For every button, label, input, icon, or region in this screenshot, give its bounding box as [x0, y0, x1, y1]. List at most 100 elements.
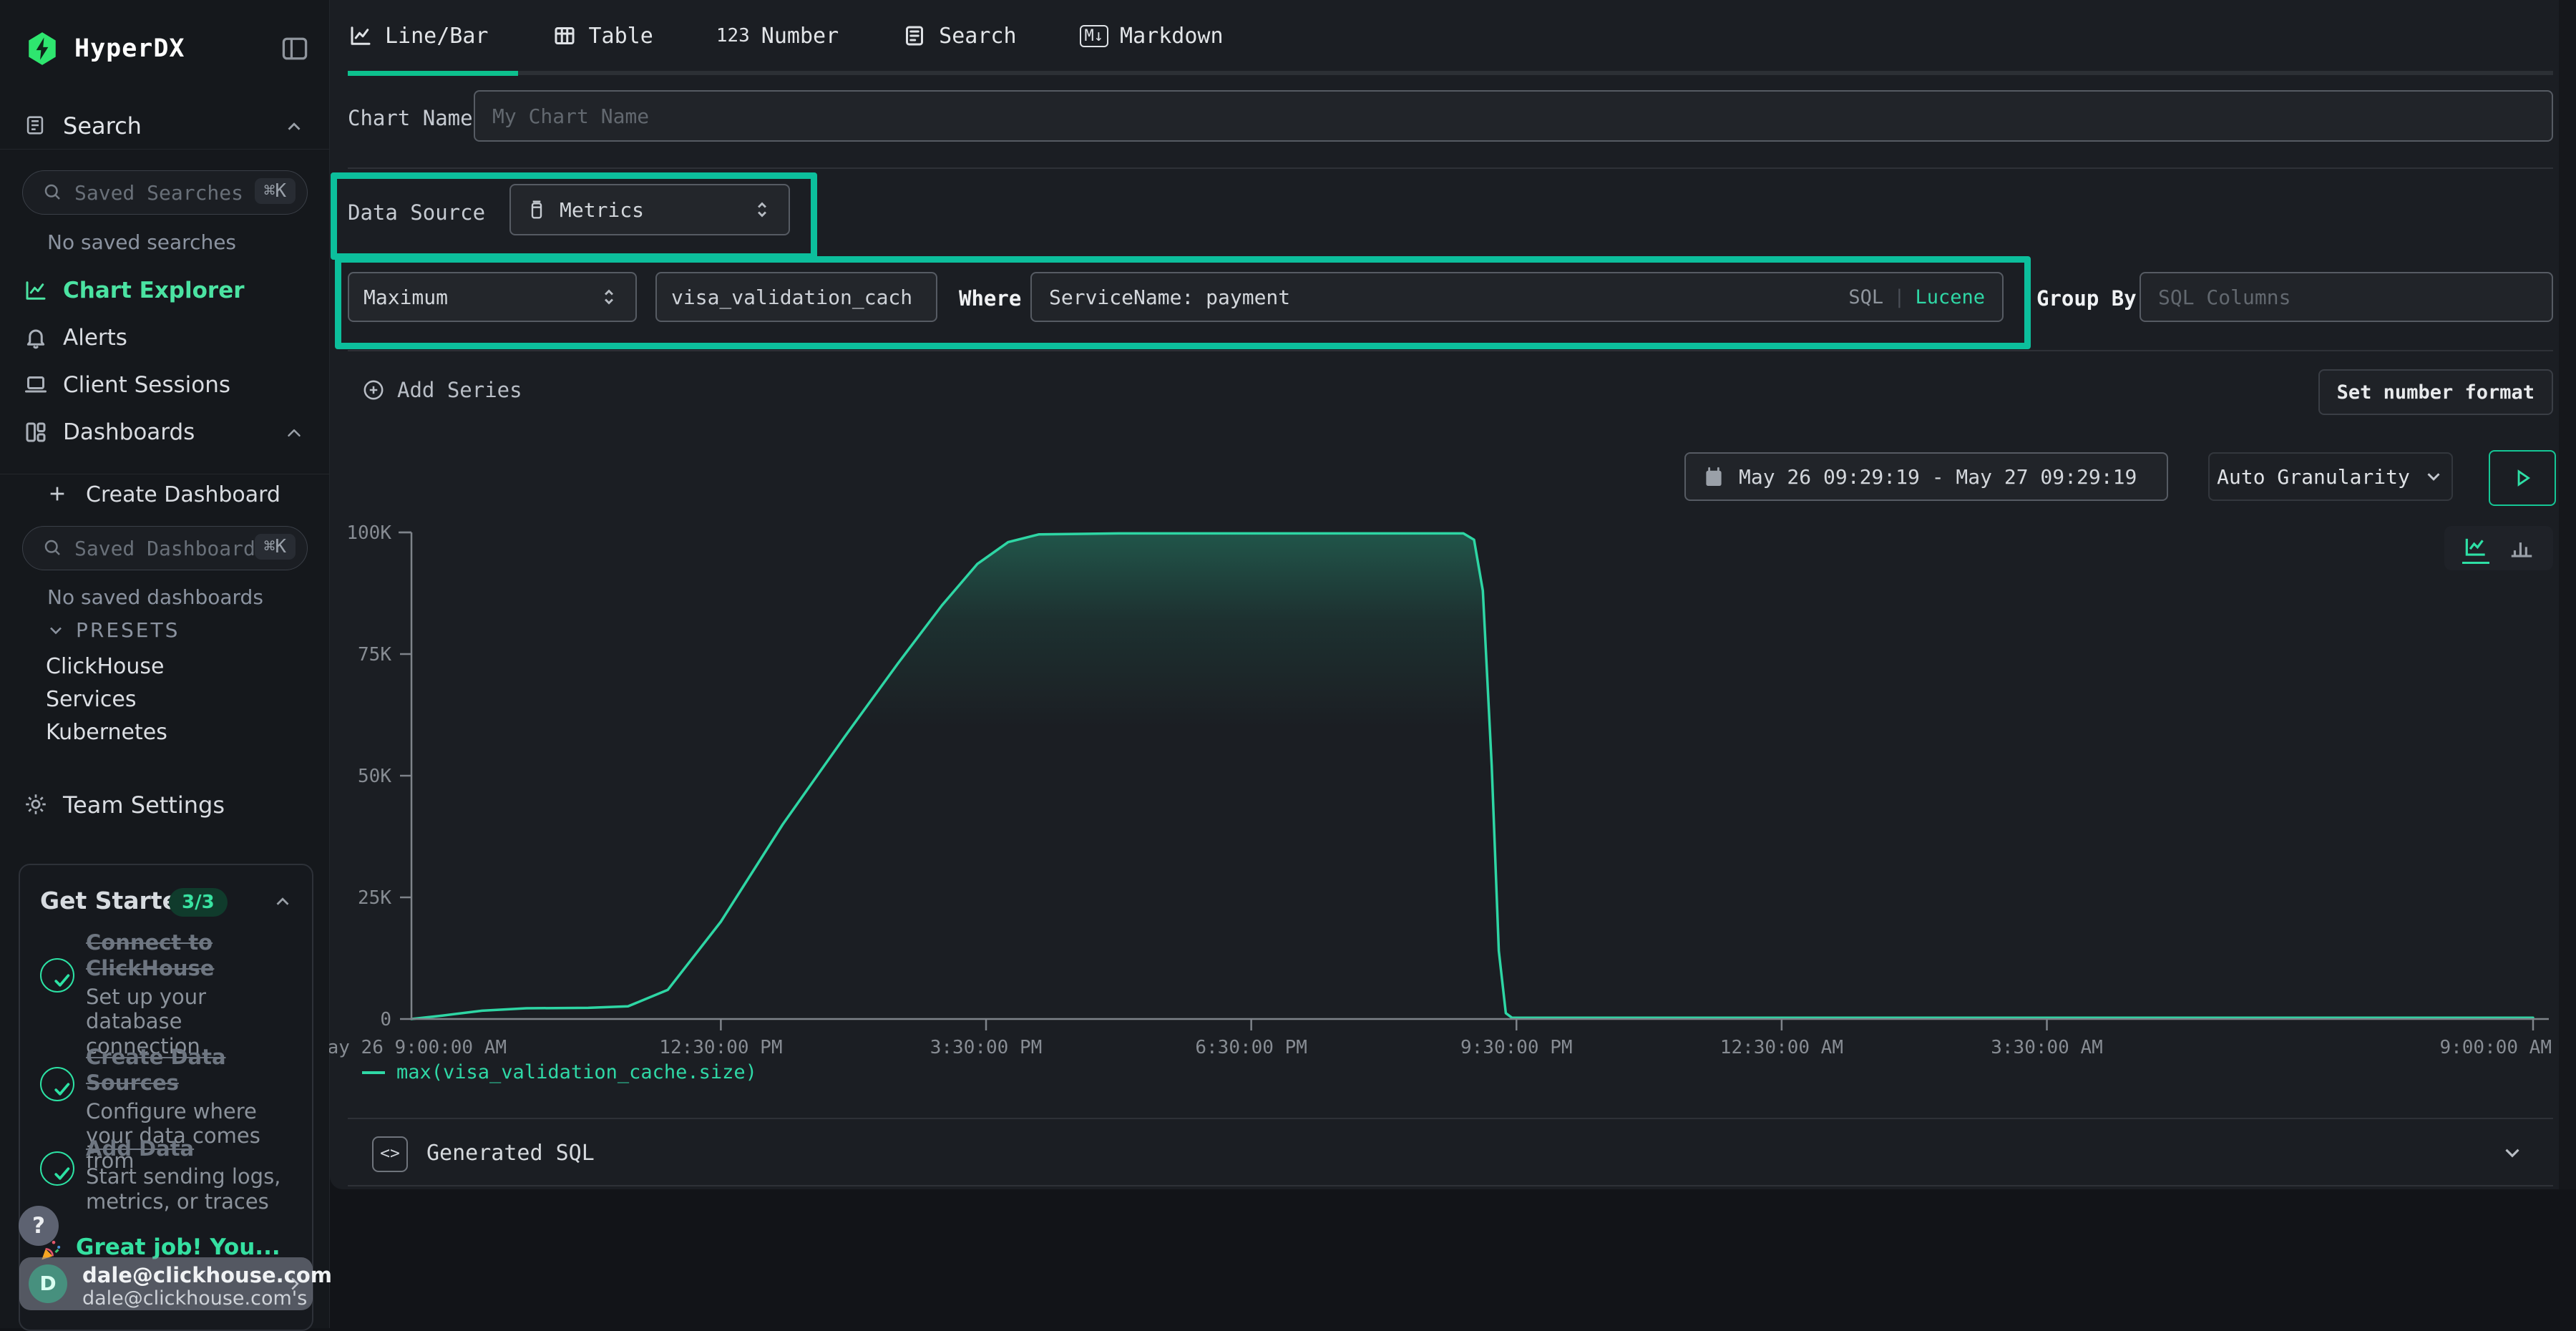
sidebar-item-chart-explorer[interactable]: Chart Explorer [0, 268, 329, 313]
sidebar-item-label: Dashboards [63, 419, 195, 445]
presets-label: PRESETS [76, 618, 180, 642]
sidebar-item-label: Chart Explorer [63, 278, 245, 303]
dashboard-icon [23, 419, 49, 445]
chart-type-tabs: Line/Bar Table 123Number Search M↓Markdown [348, 13, 1224, 59]
svg-text:50K: 50K [358, 766, 391, 787]
shortcut-badge: ⌘K [255, 178, 296, 204]
sidebar-section-search[interactable]: Search [0, 107, 329, 150]
chart-legend: max(visa_validation_cache.size) [362, 1061, 757, 1083]
app-root: { "app": { "brand": "HyperDX" }, "colors… [0, 0, 2576, 1328]
sidebar: HyperDX Search Saved Searches ⌘K No save… [0, 0, 330, 1328]
chevron-down-icon [2423, 466, 2444, 487]
sidebar-collapse-icon[interactable] [279, 33, 311, 64]
saved-dashboards-input[interactable]: Saved Dashboards ⌘K [22, 526, 308, 570]
svg-text:100K: 100K [346, 522, 391, 544]
logo-row: HyperDX [0, 24, 329, 72]
tab-underline-track [348, 71, 2553, 75]
chevron-up-icon[interactable] [283, 422, 305, 444]
data-source-label: Data Source [348, 200, 485, 225]
hidden-item-text: Great job! You... [76, 1234, 280, 1260]
preset-clickhouse[interactable]: ClickHouse [46, 654, 165, 679]
chevron-right-icon [284, 1273, 306, 1295]
data-source-select[interactable]: Metrics [509, 184, 790, 235]
lucene-toggle[interactable]: Lucene [1915, 286, 1985, 308]
sql-toggle[interactable]: SQL [1848, 286, 1883, 308]
tab-number[interactable]: 123Number [716, 24, 839, 49]
divider [348, 350, 2553, 351]
generated-sql-label: Generated SQL [426, 1141, 595, 1166]
sidebar-divider [0, 149, 329, 150]
toggle-divider: | [1893, 286, 1905, 308]
help-button[interactable]: ? [19, 1206, 59, 1246]
legend-line-swatch [362, 1071, 385, 1074]
sidebar-item-team-settings[interactable]: Team Settings [0, 781, 329, 827]
bell-icon [23, 325, 49, 351]
sidebar-item-client-sessions[interactable]: Client Sessions [0, 362, 329, 408]
aggregation-select[interactable]: Maximum [348, 272, 637, 322]
svg-text:9:30:00 PM: 9:30:00 PM [1460, 1037, 1573, 1058]
laptop-icon [23, 372, 49, 398]
tab-label: Search [939, 24, 1016, 49]
get-started-progress-badge: 3/3 [169, 888, 228, 917]
preset-services[interactable]: Services [46, 687, 137, 712]
add-series-label: Add Series [397, 378, 522, 402]
user-menu[interactable]: D dale@clickhouse.com dale@clickhouse.co… [19, 1257, 313, 1310]
search-section-label: Search [63, 112, 142, 140]
chartline-icon [23, 278, 49, 303]
metric-tag-label: visa_validation_cach [671, 286, 912, 309]
query-language-toggle[interactable]: SQL | Lucene [1848, 286, 1985, 308]
set-number-format-label: Set number format [2337, 381, 2534, 404]
granularity-select[interactable]: Auto Granularity [2208, 452, 2453, 501]
svg-text:75K: 75K [358, 644, 391, 666]
number-123-icon: 123 [716, 25, 750, 47]
svg-text:May 26 9:00:00 AM: May 26 9:00:00 AM [329, 1037, 507, 1058]
tab-label: Table [589, 24, 653, 49]
svg-text:3:30:00 PM: 3:30:00 PM [930, 1037, 1043, 1058]
brand-title: HyperDX [74, 34, 185, 63]
tab-table[interactable]: Table [552, 23, 653, 49]
tab-line-bar[interactable]: Line/Bar [348, 23, 489, 49]
selector-icon [750, 198, 774, 222]
metric-tag[interactable]: visa_validation_cach [655, 272, 937, 322]
run-query-button[interactable] [2489, 450, 2556, 506]
play-icon [2510, 466, 2534, 490]
calendar-icon [1702, 465, 1726, 489]
get-started-item-title: Add Data [86, 1136, 295, 1161]
set-number-format-button[interactable]: Set number format [2318, 369, 2553, 415]
create-dashboard-button[interactable]: Create Dashboard [0, 471, 329, 517]
sidebar-item-dashboards[interactable]: Dashboards [0, 409, 329, 455]
add-series-button[interactable]: Add Series [361, 374, 522, 406]
chart-name-input[interactable] [474, 90, 2553, 142]
database-icon [525, 198, 548, 221]
chevron-up-icon[interactable] [272, 891, 293, 912]
get-started-item-desc: Start sending logs, metrics, or traces [86, 1164, 295, 1214]
saved-searches-input[interactable]: Saved Searches ⌘K [22, 170, 308, 215]
tab-markdown[interactable]: M↓Markdown [1080, 24, 1224, 49]
sidebar-item-label: Alerts [63, 325, 127, 351]
date-range-input[interactable]: May 26 09:29:19 - May 27 09:29:19 [1684, 452, 2168, 501]
group-by-input[interactable] [2140, 272, 2553, 322]
sidebar-item-label: Client Sessions [63, 372, 230, 398]
data-source-value: Metrics [560, 198, 644, 222]
gear-icon [23, 791, 49, 817]
sidebar-item-alerts[interactable]: Alerts [0, 315, 329, 361]
preset-kubernetes[interactable]: Kubernetes [46, 720, 167, 745]
selector-icon [597, 285, 621, 309]
search-icon [42, 537, 63, 558]
markdown-icon: M↓ [1080, 25, 1109, 47]
saved-dashboards-placeholder: Saved Dashboards [74, 537, 268, 560]
tab-label: Line/Bar [385, 24, 489, 49]
avatar: D [29, 1264, 67, 1303]
search-section-icon [23, 113, 47, 137]
tab-search[interactable]: Search [902, 23, 1016, 49]
chartline-icon [348, 23, 374, 49]
chevron-down-icon[interactable] [2500, 1141, 2524, 1165]
chevron-up-icon[interactable] [283, 116, 305, 137]
where-input[interactable]: ServiceName: payment SQL | Lucene [1030, 272, 2004, 322]
group-by-label: Group By [2036, 286, 2137, 311]
svg-text:3:30:00 AM: 3:30:00 AM [1991, 1037, 2103, 1058]
presets-header[interactable]: PRESETS [46, 618, 180, 642]
check-circle-icon [40, 958, 74, 993]
generated-sql-row[interactable]: <> Generated SQL [348, 1119, 2553, 1186]
get-started-item-title: Create Data Sources [86, 1044, 295, 1096]
